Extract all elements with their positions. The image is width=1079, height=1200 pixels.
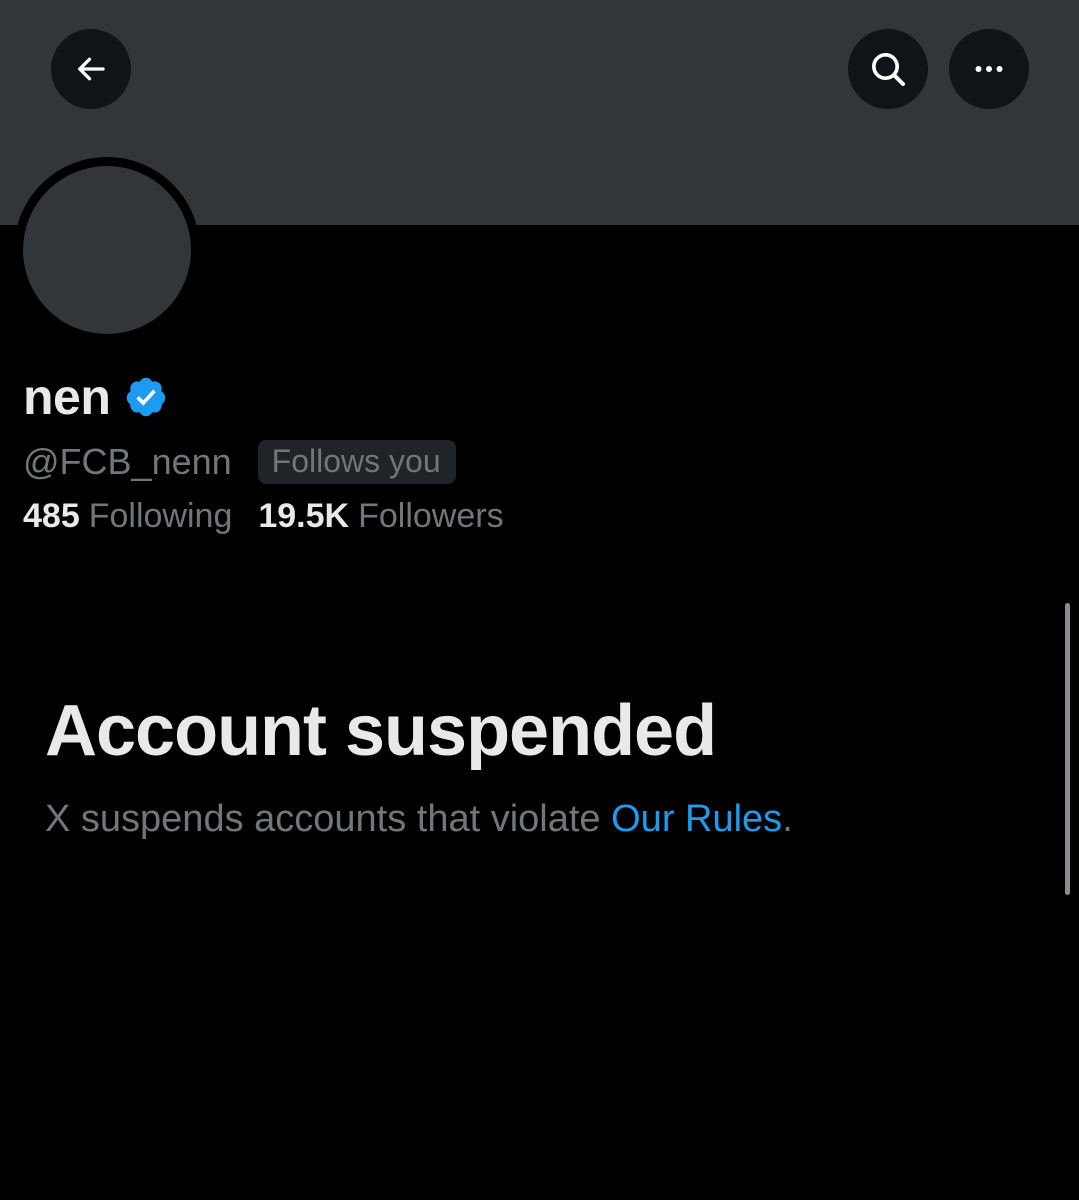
following-label: Following	[88, 496, 233, 535]
suspension-description-period: .	[782, 798, 793, 840]
following-count: 485	[23, 496, 80, 535]
suspension-title: Account suspended	[45, 691, 717, 771]
suspension-description-text: X suspends accounts that violate	[45, 798, 612, 840]
our-rules-link[interactable]: Our Rules	[611, 798, 782, 840]
more-options-button[interactable]	[949, 29, 1029, 109]
follow-stats: 485 Following 19.5K Followers	[23, 492, 504, 540]
followers-link[interactable]: 19.5K Followers	[258, 497, 503, 536]
display-name: nen	[23, 369, 111, 425]
arrow-left-icon	[78, 57, 105, 81]
avatar-border	[14, 157, 200, 343]
avatar[interactable]	[23, 166, 191, 334]
more-horizontal-icon	[975, 66, 1003, 72]
followers-count: 19.5K	[258, 496, 350, 535]
search-icon	[872, 53, 905, 86]
following-link[interactable]: 485 Following	[23, 497, 232, 536]
followers-label: Followers	[358, 496, 504, 535]
search-button[interactable]	[848, 29, 928, 109]
suspension-description: X suspends accounts that violate Our Rul…	[45, 798, 793, 841]
user-handle: @FCB_nenn	[23, 441, 232, 482]
follows-you-badge: Follows you	[257, 440, 456, 484]
back-button[interactable]	[51, 29, 131, 109]
profile-name-row: nen	[23, 366, 168, 428]
handle-row: @FCB_nenn Follows you	[23, 437, 456, 487]
scrollbar[interactable]	[1065, 603, 1070, 895]
verified-badge-icon[interactable]	[124, 375, 168, 419]
